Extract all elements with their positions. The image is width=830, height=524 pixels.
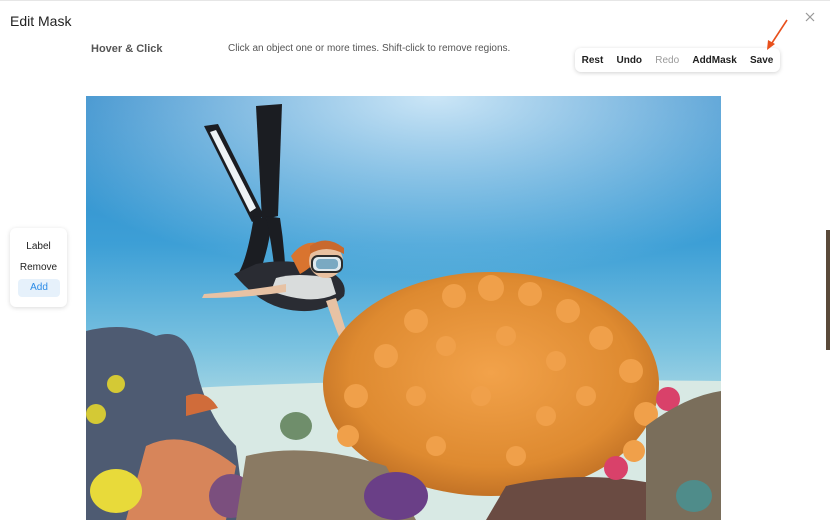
remove-option[interactable]: Remove: [10, 262, 67, 273]
add-mask-button[interactable]: AddMask: [690, 53, 738, 68]
mask-mode-panel: Label Remove Add: [10, 228, 67, 307]
mode-label: Hover & Click: [91, 43, 163, 55]
editable-image[interactable]: [86, 96, 721, 520]
redo-button[interactable]: Redo: [653, 53, 681, 68]
add-option[interactable]: Add: [18, 279, 60, 297]
mask-toolbar: Rest Undo Redo AddMask Save: [575, 48, 780, 72]
close-icon[interactable]: [803, 10, 817, 24]
save-button[interactable]: Save: [748, 53, 775, 68]
top-border: [0, 0, 830, 1]
label-option[interactable]: Label: [10, 241, 67, 252]
instruction-hint: Click an object one or more times. Shift…: [228, 43, 511, 54]
arrow-annotation-icon: [760, 18, 790, 52]
dialog-title: Edit Mask: [10, 13, 72, 29]
undo-button[interactable]: Undo: [614, 53, 644, 68]
background-window-edge: [826, 230, 830, 350]
reset-button[interactable]: Rest: [580, 53, 606, 68]
